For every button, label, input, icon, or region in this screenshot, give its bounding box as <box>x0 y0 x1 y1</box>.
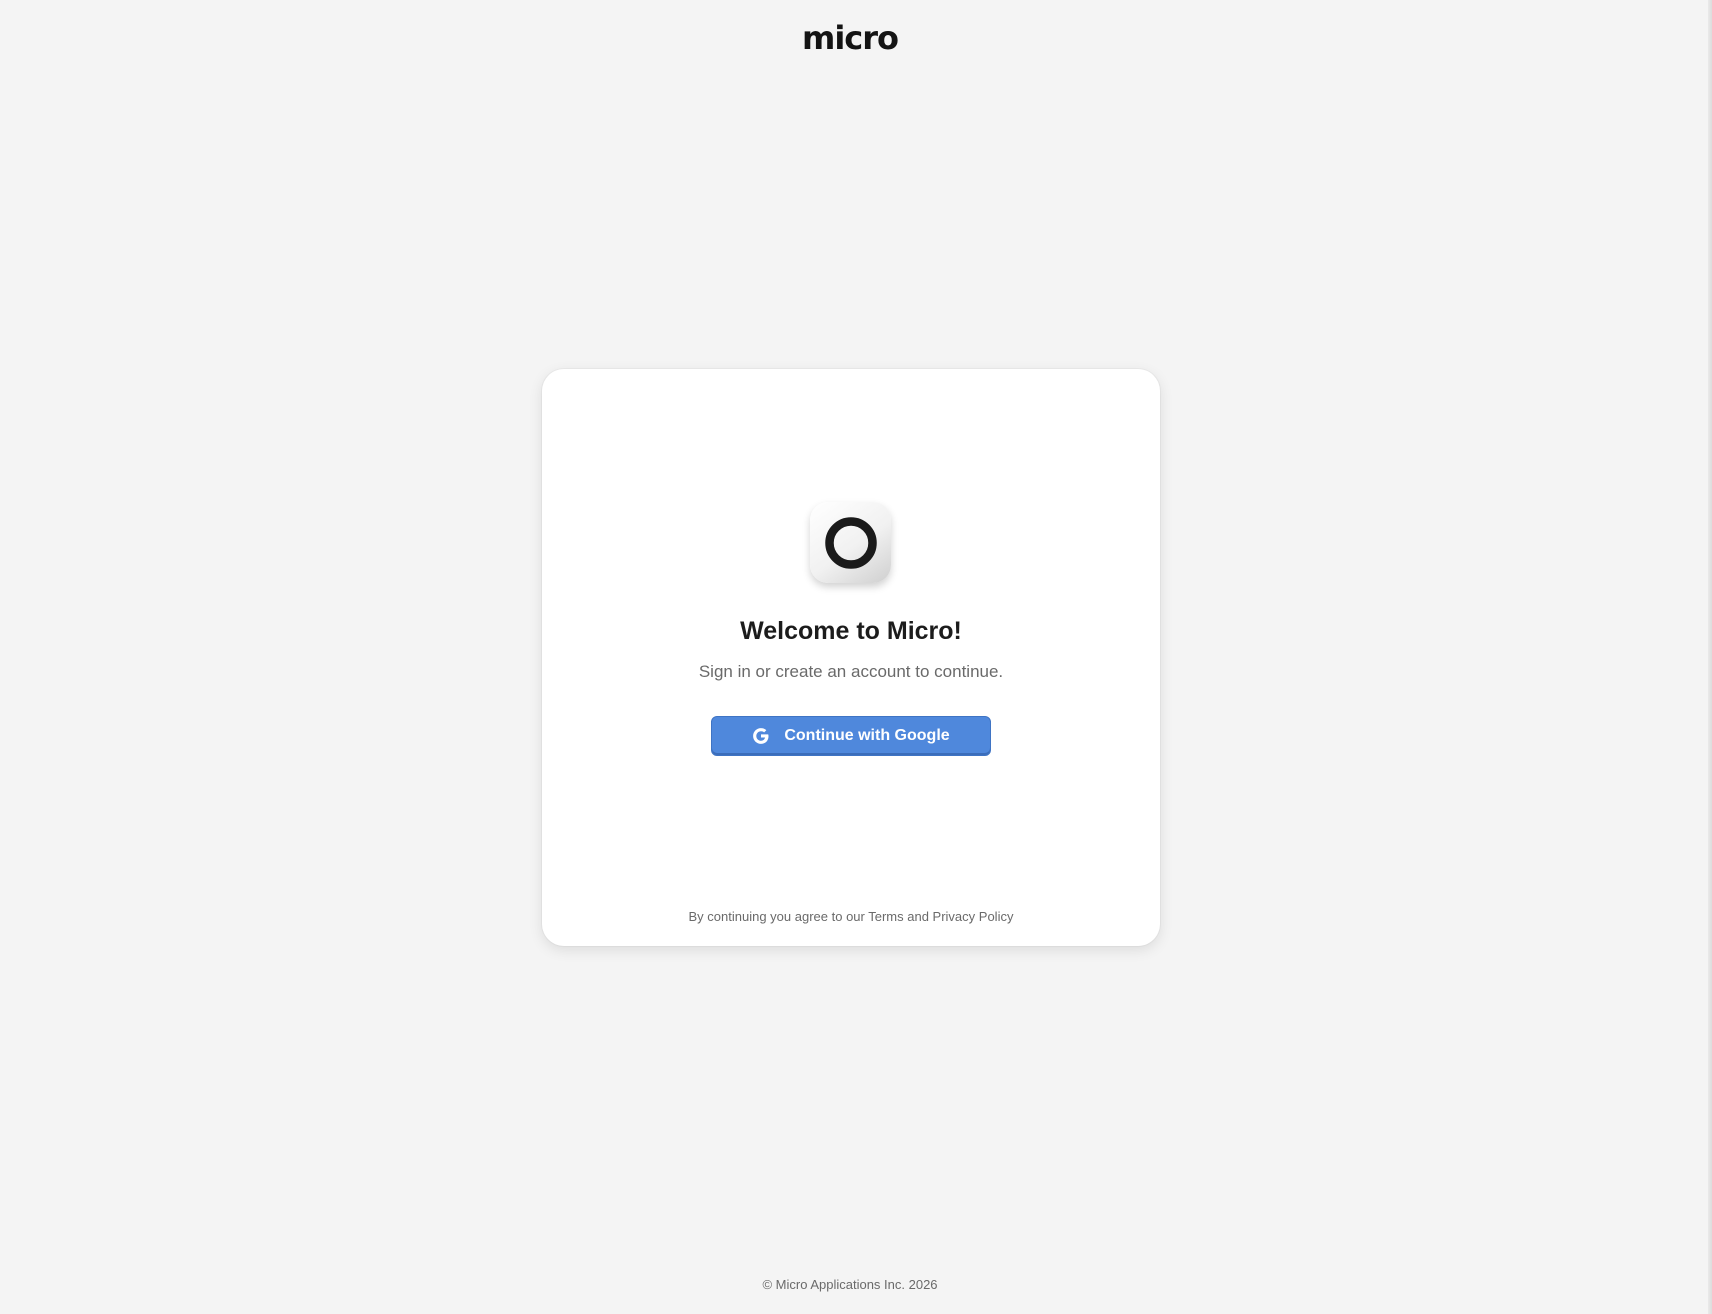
legal-notice: By continuing you agree to our Terms and… <box>542 909 1160 924</box>
header: micro <box>0 22 1700 54</box>
privacy-policy-link[interactable]: Privacy Policy <box>933 909 1014 924</box>
sign-in-card: Welcome to Micro! Sign in or create an a… <box>542 369 1160 946</box>
terms-link[interactable]: Terms <box>868 909 903 924</box>
welcome-subtitle: Sign in or create an account to continue… <box>698 662 1004 681</box>
window-edge <box>1708 0 1712 1314</box>
copyright-footer: © Micro Applications Inc. 2026 <box>762 1277 938 1292</box>
legal-prefix: By continuing you agree to our <box>688 909 869 924</box>
ring-icon <box>824 516 877 569</box>
legal-conjunction: and <box>903 909 933 924</box>
welcome-title: Welcome to Micro! <box>740 617 962 645</box>
sign-in-page: micro Welcome to Micro! Sign in or creat… <box>0 0 1712 1314</box>
google-g-icon <box>753 728 769 744</box>
micro-app-icon <box>810 502 891 583</box>
google-button-label: Continue with Google <box>784 727 950 744</box>
micro-logo: micro <box>801 19 899 57</box>
continue-with-google-button[interactable]: Continue with Google <box>711 716 991 756</box>
